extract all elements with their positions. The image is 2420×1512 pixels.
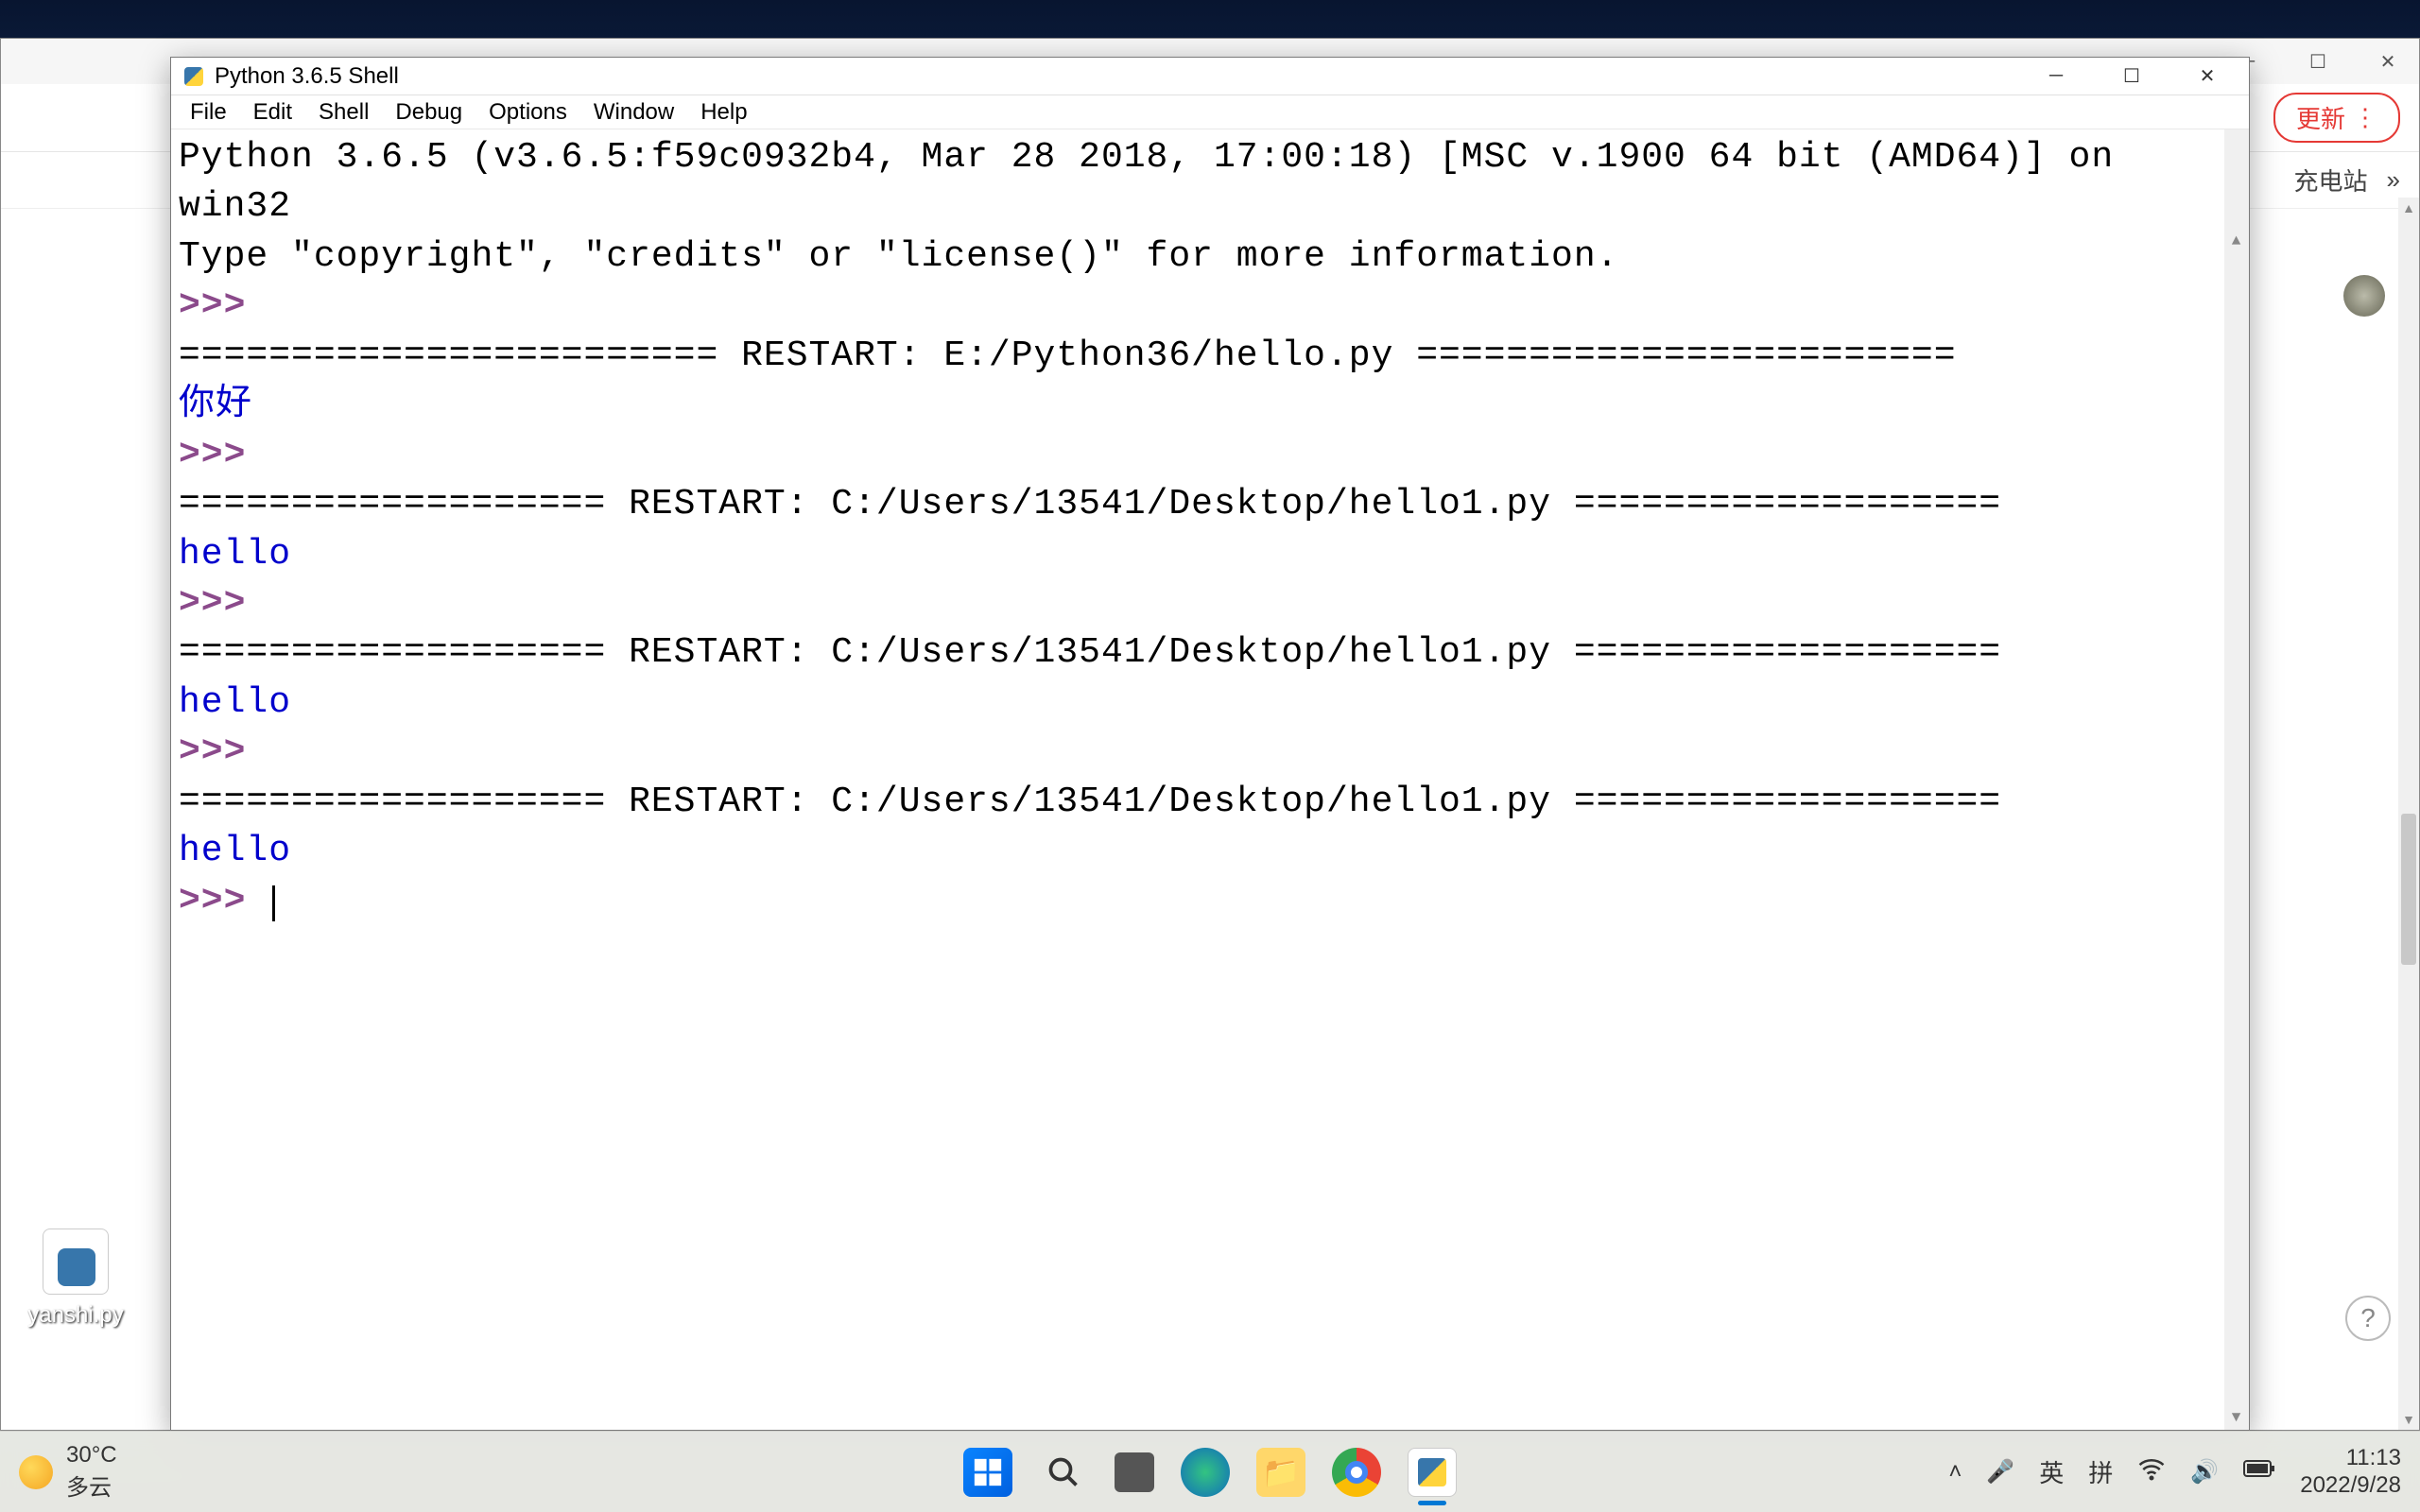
weather-text: 多云 [66, 1469, 117, 1502]
menu-shell[interactable]: Shell [307, 95, 380, 129]
microphone-icon[interactable]: 🎤 [1986, 1458, 2014, 1486]
menu-file[interactable]: File [179, 95, 238, 129]
temperature: 30°C [66, 1442, 117, 1469]
prompt: >>> [179, 583, 268, 624]
output-line: hello [179, 682, 291, 723]
scroll-down-icon[interactable]: ▼ [2398, 1409, 2419, 1430]
close-button[interactable]: ✕ [2169, 58, 2245, 95]
banner-line: Python 3.6.5 (v3.6.5:f59c0932b4, Mar 28 … [179, 137, 2136, 227]
bg-close-button[interactable]: ✕ [2366, 46, 2410, 77]
bg-maximize-button[interactable]: ☐ [2296, 46, 2340, 77]
wifi-icon[interactable] [2137, 1454, 2166, 1489]
clock[interactable]: 11:13 2022/9/28 [2300, 1445, 2401, 1500]
desktop-file-icon[interactable]: yanshi.py [19, 1228, 132, 1329]
menu-edit[interactable]: Edit [242, 95, 303, 129]
restart-line: =================== RESTART: C:/Users/13… [179, 632, 2001, 673]
time: 11:13 [2300, 1445, 2401, 1472]
title-bar[interactable]: Python 3.6.5 Shell ─ ☐ ✕ [171, 58, 2249, 95]
scroll-up-icon[interactable]: ▲ [2224, 229, 2249, 253]
scroll-down-icon[interactable]: ▼ [2224, 1405, 2249, 1430]
python-icon [182, 65, 205, 88]
restart-line: =================== RESTART: C:/Users/13… [179, 484, 2001, 524]
weather-widget[interactable]: 30°C 多云 [19, 1442, 117, 1502]
ime-mode[interactable]: 拼 [2088, 1454, 2113, 1489]
text-cursor [272, 885, 275, 921]
battery-icon[interactable] [2243, 1458, 2275, 1486]
edge-browser-button[interactable] [1181, 1448, 1230, 1497]
banner-line: Type "copyright", "credits" or "license(… [179, 236, 1618, 277]
output-line: hello [179, 831, 291, 871]
start-button[interactable] [963, 1448, 1012, 1497]
avatar[interactable] [2343, 275, 2385, 317]
chevron-up-icon[interactable]: ˄ [1948, 1459, 1962, 1486]
restart-line: =================== RESTART: C:/Users/13… [179, 782, 2001, 822]
output-line: 你好 [179, 385, 252, 425]
update-button[interactable]: 更新 ⋮ [2273, 93, 2400, 143]
prompt: >>> [179, 285, 268, 326]
menu-debug[interactable]: Debug [384, 95, 474, 129]
desktop-icon-label: yanshi.py [19, 1302, 132, 1329]
chrome-button[interactable] [1332, 1448, 1381, 1497]
windows-icon [972, 1456, 1004, 1488]
bg-scrollbar[interactable]: ▲ ▼ [2398, 198, 2419, 1430]
ime-language[interactable]: 英 [2039, 1454, 2064, 1489]
date: 2022/9/28 [2300, 1472, 2401, 1500]
prompt: >>> [179, 731, 268, 772]
idle-shell-window: Python 3.6.5 Shell ─ ☐ ✕ File Edit Shell… [170, 57, 2250, 1431]
prompt: >>> [179, 435, 268, 475]
shell-text-area[interactable]: Python 3.6.5 (v3.6.5:f59c0932b4, Mar 28 … [171, 129, 2249, 1430]
menu-options[interactable]: Options [477, 95, 579, 129]
maximize-button[interactable]: ☐ [2094, 58, 2169, 95]
help-button[interactable]: ? [2345, 1296, 2391, 1341]
sun-icon [19, 1455, 53, 1489]
task-view-button[interactable] [1115, 1452, 1154, 1492]
menu-bar: File Edit Shell Debug Options Window Hel… [171, 95, 2249, 129]
idle-scrollbar[interactable]: ▲ ▼ [2224, 129, 2249, 1430]
minimize-button[interactable]: ─ [2018, 58, 2094, 95]
menu-window[interactable]: Window [582, 95, 685, 129]
update-label: 更新 [2296, 100, 2345, 135]
menu-help[interactable]: Help [689, 95, 758, 129]
idle-taskbar-button[interactable] [1408, 1448, 1457, 1497]
search-icon [1046, 1455, 1080, 1489]
charging-station-link[interactable]: 充电站 [2294, 163, 2368, 198]
kebab-icon: ⋮ [2353, 103, 2377, 132]
search-button[interactable] [1039, 1448, 1088, 1497]
output-line: hello [179, 534, 291, 575]
python-file-icon [43, 1228, 109, 1295]
window-title: Python 3.6.5 Shell [215, 63, 2018, 90]
file-explorer-button[interactable]: 📁 [1256, 1448, 1305, 1497]
more-chevron-icon[interactable]: » [2387, 165, 2400, 195]
folder-icon: 📁 [1262, 1454, 1300, 1490]
taskbar: 30°C 多云 📁 ˄ 🎤 英 拼 🔊 11:13 2022/9/ [0, 1431, 2420, 1512]
scroll-up-icon[interactable]: ▲ [2398, 198, 2419, 218]
scroll-thumb[interactable] [2401, 814, 2416, 965]
volume-icon[interactable]: 🔊 [2190, 1458, 2219, 1486]
restart-line: ======================== RESTART: E:/Pyt… [179, 335, 1957, 376]
prompt: >>> [179, 881, 268, 921]
